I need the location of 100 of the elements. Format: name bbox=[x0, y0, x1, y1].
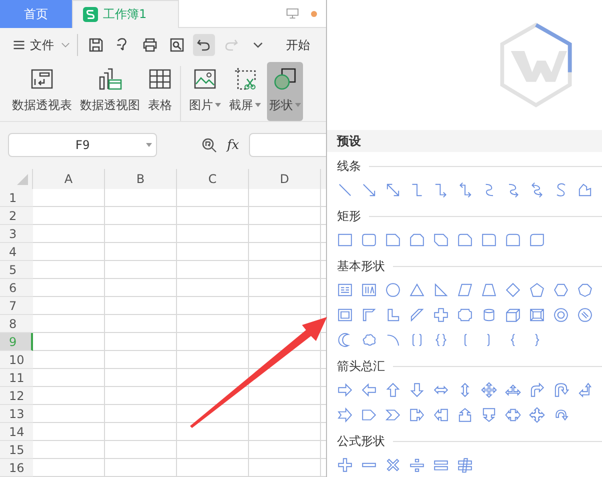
cloud-shape-icon[interactable] bbox=[361, 332, 377, 348]
cylinder-shape-icon[interactable] bbox=[481, 306, 497, 322]
table-cell[interactable] bbox=[249, 296, 321, 315]
table-cell[interactable] bbox=[249, 404, 321, 423]
table-cell[interactable] bbox=[105, 440, 177, 459]
line-shape-icon[interactable] bbox=[337, 182, 353, 198]
curved-double-arrow-shape-icon[interactable] bbox=[529, 182, 545, 198]
quad-callout-arrow-shape-icon[interactable] bbox=[529, 406, 545, 422]
round-corner-rectangle-shape-icon[interactable] bbox=[481, 232, 497, 248]
snip-corners-rectangle-shape-icon[interactable] bbox=[409, 232, 425, 248]
double-brace-shape-icon[interactable] bbox=[433, 332, 449, 348]
function-label[interactable]: fx bbox=[227, 138, 240, 153]
ribbon-button[interactable]: 截屏 bbox=[227, 62, 263, 121]
table-cell[interactable] bbox=[177, 422, 249, 441]
cross-shape-icon[interactable] bbox=[433, 306, 449, 322]
ribbon-button[interactable]: 形状 bbox=[267, 62, 303, 121]
elbow-arrow-shape-icon[interactable] bbox=[433, 182, 449, 198]
frame-shape-icon[interactable] bbox=[337, 306, 353, 322]
table-cell[interactable] bbox=[33, 440, 105, 459]
table-cell[interactable] bbox=[105, 188, 177, 207]
ribbon-button[interactable]: 表格 bbox=[146, 62, 174, 121]
table-cell[interactable] bbox=[33, 224, 105, 243]
name-box[interactable]: F9 bbox=[8, 133, 157, 158]
table-cell[interactable] bbox=[33, 422, 105, 441]
rectangle-shape-icon[interactable] bbox=[337, 232, 353, 248]
table-cell[interactable] bbox=[177, 188, 249, 207]
plaque-shape-icon[interactable] bbox=[457, 306, 473, 322]
table-cell[interactable] bbox=[177, 296, 249, 315]
table-cell[interactable] bbox=[177, 224, 249, 243]
table-cell[interactable] bbox=[33, 386, 105, 405]
table-cell[interactable] bbox=[177, 206, 249, 225]
table-cell[interactable] bbox=[105, 332, 177, 351]
right-arrow-shape-icon[interactable] bbox=[337, 382, 353, 398]
table-cell[interactable] bbox=[249, 260, 321, 279]
half-frame-shape-icon[interactable] bbox=[361, 306, 377, 322]
pentagon-arrow-shape-icon[interactable] bbox=[361, 406, 377, 422]
hexagon-shape-icon[interactable] bbox=[553, 282, 569, 298]
u-turn-arrow-shape-icon[interactable] bbox=[553, 382, 569, 398]
not-equal-shape-icon[interactable] bbox=[457, 456, 473, 472]
table-cell[interactable] bbox=[177, 242, 249, 261]
rounded-rectangle-shape-icon[interactable] bbox=[361, 232, 377, 248]
moon-shape-icon[interactable] bbox=[337, 332, 353, 348]
table-cell[interactable] bbox=[105, 224, 177, 243]
table-cell[interactable] bbox=[177, 458, 249, 477]
table-cell[interactable] bbox=[33, 404, 105, 423]
table-cell[interactable] bbox=[105, 422, 177, 441]
text-box-shape-icon[interactable] bbox=[337, 282, 353, 298]
down-callout-arrow-shape-icon[interactable] bbox=[481, 406, 497, 422]
circular-arrow-shape-icon[interactable] bbox=[553, 406, 569, 422]
table-cell[interactable] bbox=[33, 260, 105, 279]
table-cell[interactable] bbox=[33, 242, 105, 261]
heptagon-shape-icon[interactable] bbox=[577, 282, 593, 298]
quad-arrow-shape-icon[interactable] bbox=[481, 382, 497, 398]
table-cell[interactable] bbox=[105, 314, 177, 333]
table-cell[interactable] bbox=[105, 206, 177, 225]
freeform-shape-icon[interactable] bbox=[577, 182, 593, 198]
table-cell[interactable] bbox=[105, 260, 177, 279]
formula-input-field[interactable] bbox=[249, 133, 326, 158]
diamond-shape-icon[interactable] bbox=[505, 282, 521, 298]
down-arrow-shape-icon[interactable] bbox=[409, 382, 425, 398]
round-corners-rectangle-shape-icon[interactable] bbox=[505, 232, 521, 248]
parallelogram-shape-icon[interactable] bbox=[457, 282, 473, 298]
table-cell[interactable] bbox=[33, 296, 105, 315]
table-cell[interactable] bbox=[105, 296, 177, 315]
arc-shape-icon[interactable] bbox=[385, 332, 401, 348]
table-cell[interactable] bbox=[177, 314, 249, 333]
up-arrow-shape-icon[interactable] bbox=[385, 382, 401, 398]
table-cell[interactable] bbox=[177, 368, 249, 387]
table-cell[interactable] bbox=[33, 350, 105, 369]
left-arrow-shape-icon[interactable] bbox=[361, 382, 377, 398]
table-cell[interactable] bbox=[33, 188, 105, 207]
left-up-arrow-shape-icon[interactable] bbox=[577, 382, 593, 398]
table-cell[interactable] bbox=[249, 224, 321, 243]
table-cell[interactable] bbox=[105, 386, 177, 405]
table-cell[interactable] bbox=[177, 350, 249, 369]
elbow-connector-shape-icon[interactable] bbox=[409, 182, 425, 198]
plus-shape-icon[interactable] bbox=[337, 456, 353, 472]
circle-shape-icon[interactable] bbox=[385, 282, 401, 298]
left-callout-arrow-shape-icon[interactable] bbox=[433, 406, 449, 422]
table-cell[interactable] bbox=[105, 350, 177, 369]
snip-round-rectangle-shape-icon[interactable] bbox=[457, 232, 473, 248]
elbow-double-arrow-shape-icon[interactable] bbox=[457, 182, 473, 198]
no-symbol-shape-icon[interactable] bbox=[577, 306, 593, 322]
table-cell[interactable] bbox=[177, 278, 249, 297]
table-cell[interactable] bbox=[33, 278, 105, 297]
diagonal-stripe-shape-icon[interactable] bbox=[409, 306, 425, 322]
undo-icon[interactable] bbox=[193, 34, 215, 56]
table-cell[interactable] bbox=[177, 440, 249, 459]
zoom-icon[interactable] bbox=[201, 137, 217, 154]
bent-arrow-shape-icon[interactable] bbox=[529, 382, 545, 398]
table-cell[interactable] bbox=[249, 458, 321, 477]
table-cell[interactable] bbox=[249, 422, 321, 441]
table-cell[interactable] bbox=[249, 188, 321, 207]
table-cell[interactable] bbox=[249, 206, 321, 225]
ribbon-button[interactable]: 图片 bbox=[187, 62, 223, 121]
table-cell[interactable] bbox=[33, 368, 105, 387]
table-cell[interactable] bbox=[105, 278, 177, 297]
divide-shape-icon[interactable] bbox=[409, 456, 425, 472]
table-cell[interactable] bbox=[33, 458, 105, 477]
table-cell[interactable] bbox=[105, 368, 177, 387]
